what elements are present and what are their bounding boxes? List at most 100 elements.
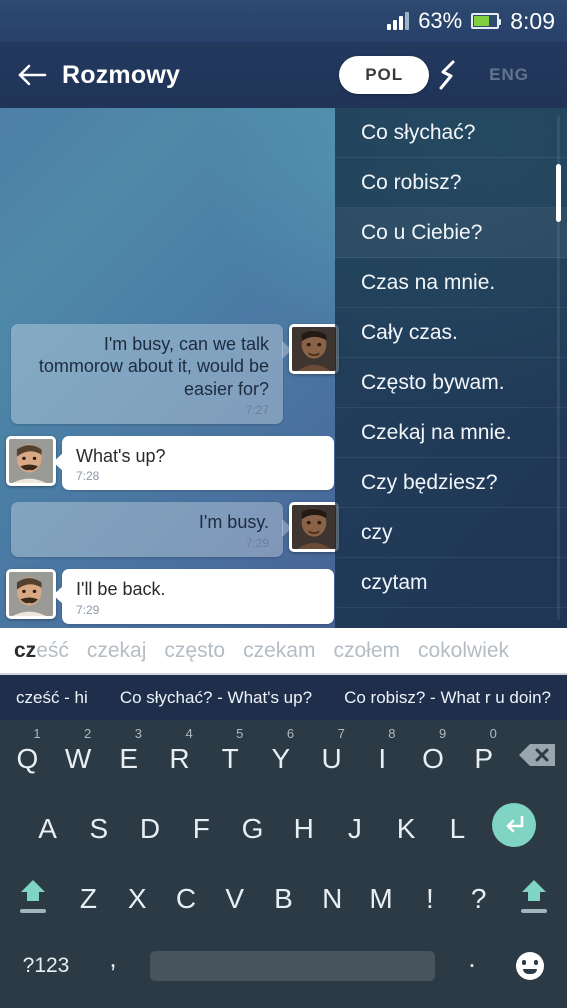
key-z[interactable]: Z — [64, 860, 113, 930]
phrase-suggestion-panel[interactable]: Co słychać? Co robisz? Co u Ciebie? Czas… — [335, 108, 567, 628]
key-y[interactable]: 6Y — [256, 720, 307, 790]
key-f[interactable]: F — [176, 790, 227, 860]
phone-screen: 63% 8:09 Rozmowy POL ENG I'm busy, can w… — [0, 0, 567, 1008]
key-d[interactable]: D — [124, 790, 175, 860]
suggestion-item[interactable]: Czekaj na mnie. — [335, 408, 567, 458]
suggestion-item[interactable]: Co u Ciebie? — [335, 208, 567, 258]
key-x[interactable]: X — [113, 860, 162, 930]
key-t[interactable]: 5T — [205, 720, 256, 790]
translation-item[interactable]: Co robisz? - What r u doin? — [328, 684, 567, 712]
enter-key[interactable] — [483, 803, 545, 847]
comma-key[interactable]: , — [84, 943, 142, 990]
key-s[interactable]: S — [73, 790, 124, 860]
lang-active-pol[interactable]: POL — [339, 56, 430, 94]
key-label: E — [119, 743, 139, 774]
key-r[interactable]: 4R — [154, 720, 205, 790]
word-suggestion[interactable]: często — [164, 639, 225, 663]
word-suggestion-strip[interactable]: cześć czekaj często czekam czołem cokolw… — [0, 628, 567, 675]
shift-caps-icon-right[interactable] — [503, 878, 565, 913]
avatar-user-mustache[interactable] — [6, 569, 56, 620]
key-number-label: 6 — [286, 726, 295, 741]
word-suggestion[interactable]: czekaj — [87, 639, 147, 663]
key-u[interactable]: 7U — [306, 720, 357, 790]
key-p[interactable]: 0P — [458, 720, 509, 790]
page-title: Rozmowy — [62, 60, 181, 89]
message-bubble-incoming[interactable]: I'll be back. 7:29 — [53, 569, 334, 624]
period-key[interactable]: . — [443, 943, 501, 990]
word-suggestion[interactable]: czołem — [333, 639, 400, 663]
on-screen-keyboard[interactable]: 1Q 2W 3E 4R 5T 6Y 7U 8I 9O 0P A S D F G … — [0, 720, 567, 1008]
key-number-label: 7 — [337, 726, 345, 741]
suggestion-item[interactable]: Cały czas. — [335, 308, 567, 358]
message-row[interactable]: I'll be back. 7:29 — [6, 569, 339, 624]
key-exclamation[interactable]: ! — [405, 860, 454, 930]
suggestion-item[interactable]: Co słychać? — [335, 108, 567, 158]
key-i[interactable]: 8I — [357, 720, 408, 790]
translation-item[interactable]: Co słychać? - What's up? — [104, 684, 328, 712]
suggestion-item[interactable]: czy — [335, 508, 567, 558]
lang-inactive-eng[interactable]: ENG — [467, 56, 551, 94]
key-label: ? — [470, 883, 487, 914]
key-label: V — [225, 883, 245, 914]
key-v[interactable]: V — [210, 860, 259, 930]
key-b[interactable]: B — [259, 860, 308, 930]
language-toggle[interactable]: POL ENG — [339, 56, 551, 94]
symbols-key[interactable]: ?123 — [8, 954, 84, 978]
message-row[interactable]: I'm busy. 7:29 — [6, 502, 339, 558]
avatar-contact-man[interactable] — [289, 502, 339, 553]
key-label: Z — [79, 883, 97, 914]
key-h[interactable]: H — [278, 790, 329, 860]
space-key[interactable] — [150, 951, 435, 981]
key-m[interactable]: M — [357, 860, 406, 930]
vertical-scrollbar[interactable] — [556, 164, 561, 222]
key-number-label: 8 — [388, 726, 396, 741]
key-n[interactable]: N — [308, 860, 357, 930]
key-label: A — [38, 813, 57, 844]
avatar-contact-man[interactable] — [289, 323, 339, 374]
swap-languages-icon[interactable] — [435, 59, 461, 91]
keyboard-row-4: ?123 , . — [0, 930, 567, 1002]
message-row[interactable]: What's up? 7:28 — [6, 435, 339, 491]
key-number-label: 3 — [134, 726, 142, 741]
message-bubble-incoming[interactable]: What's up? 7:28 — [53, 435, 334, 491]
backspace-icon[interactable] — [509, 741, 565, 769]
key-label: Y — [271, 743, 291, 774]
key-j[interactable]: J — [329, 790, 380, 860]
key-question[interactable]: ? — [454, 860, 503, 930]
suggestion-item[interactable]: Czas na mnie. — [335, 258, 567, 308]
emoji-smiley-icon[interactable] — [501, 952, 559, 980]
key-number-label: 4 — [185, 726, 193, 741]
key-q[interactable]: 1Q — [2, 720, 53, 790]
key-l[interactable]: L — [432, 790, 483, 860]
key-c[interactable]: C — [162, 860, 211, 930]
key-number-label: 9 — [438, 726, 447, 741]
clock-label: 8:09 — [510, 7, 555, 34]
key-label: B — [274, 883, 293, 914]
word-suggestion[interactable]: cześć — [14, 639, 69, 663]
avatar-user-mustache[interactable] — [6, 435, 56, 486]
key-w[interactable]: 2W — [53, 720, 104, 790]
translation-item[interactable]: cześć - hi — [0, 684, 104, 712]
key-label: X — [127, 883, 147, 914]
suggestion-item[interactable]: Często bywam. — [335, 358, 567, 408]
back-arrow-icon[interactable] — [16, 58, 50, 92]
key-k[interactable]: K — [381, 790, 432, 860]
message-bubble-outgoing[interactable]: I'm busy. 7:29 — [11, 502, 292, 558]
key-g[interactable]: G — [227, 790, 278, 860]
key-e[interactable]: 3E — [103, 720, 154, 790]
suggestion-item[interactable]: Co robisz? — [335, 158, 567, 208]
app-bar: Rozmowy POL ENG — [0, 42, 567, 108]
shift-caps-icon[interactable] — [2, 878, 64, 913]
message-text: I'm busy. — [198, 512, 269, 533]
word-suggestion[interactable]: cokolwiek — [418, 639, 509, 663]
message-bubble-outgoing[interactable]: I'm busy, can we talk tommorow about it,… — [11, 323, 292, 424]
key-label: D — [139, 813, 161, 844]
key-o[interactable]: 9O — [408, 720, 459, 790]
suggestion-item[interactable]: Czy będziesz? — [335, 458, 567, 508]
message-row[interactable]: I'm busy, can we talk tommorow about it,… — [6, 323, 339, 424]
key-a[interactable]: A — [22, 790, 73, 860]
suggestion-item[interactable]: czytam — [335, 558, 567, 608]
word-suggestion[interactable]: czekam — [243, 639, 315, 663]
translation-bar[interactable]: cześć - hi Co słychać? - What's up? Co r… — [0, 675, 567, 720]
keyboard-row-2: A S D F G H J K L — [0, 790, 567, 860]
